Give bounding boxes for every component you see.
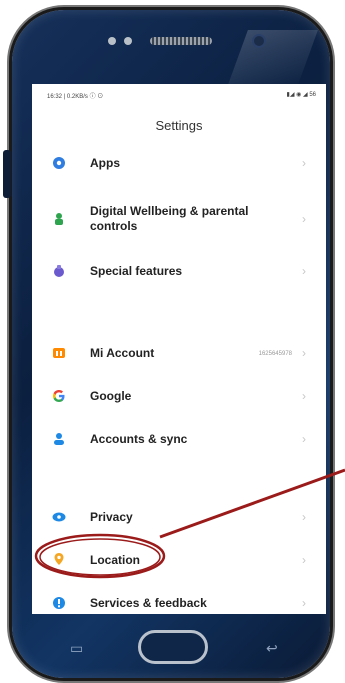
special-features-icon: [54, 265, 64, 277]
chevron-right-icon: ›: [302, 156, 306, 170]
chevron-right-icon: ›: [302, 596, 306, 610]
settings-item-google[interactable]: Google ›: [32, 381, 326, 417]
settings-item-services-feedback[interactable]: Services & feedback ›: [32, 588, 326, 614]
page-title: Settings: [155, 118, 203, 133]
accounts-person-icon: [54, 433, 64, 445]
chevron-right-icon: ›: [302, 264, 306, 278]
settings-item-label: Special features: [90, 264, 183, 278]
front-camera: [254, 36, 264, 46]
back-key-icon[interactable]: ↩: [266, 640, 278, 657]
settings-item-mi-account[interactable]: Mi Account 1625645978 ›: [32, 338, 326, 374]
apps-gear-icon: [53, 157, 65, 169]
stage: 16:32 | 0.2KB/s ⓘ ⊙ ▮◢ ◉ ◢ 56 Settings A…: [0, 0, 345, 683]
settings-item-accounts-sync[interactable]: Accounts & sync ›: [32, 424, 326, 460]
chevron-right-icon: ›: [302, 389, 306, 403]
privacy-eye-icon: [52, 512, 66, 522]
settings-item-label: Mi Account: [90, 346, 155, 360]
services-feedback-icon: [53, 597, 65, 609]
settings-item-label: Privacy: [90, 510, 133, 524]
settings-item-label: Services & feedback: [90, 596, 207, 610]
digital-wellbeing-icon: [55, 213, 63, 225]
settings-item-label: Digital Wellbeing & parental controls: [90, 204, 249, 233]
side-volume-key: [3, 150, 11, 198]
status-icons: ▮◢ ◉ ◢ 56: [286, 92, 316, 98]
recent-apps-key-icon[interactable]: ▭: [70, 640, 83, 657]
settings-item-label: Apps: [90, 156, 120, 170]
status-bar: 16:32 | 0.2KB/s ⓘ ⊙ ▮◢ ◉ ◢ 56: [32, 84, 326, 104]
settings-item-special-features[interactable]: Special features ›: [32, 256, 326, 292]
earpiece-speaker: [150, 37, 212, 45]
sensor-dot-icon: [108, 37, 116, 45]
phone-screen: 16:32 | 0.2KB/s ⓘ ⊙ ▮◢ ◉ ◢ 56 Settings A…: [32, 84, 326, 614]
settings-item-digital-wellbeing[interactable]: Digital Wellbeing & parental controls ›: [32, 200, 326, 244]
google-icon: [53, 390, 65, 402]
home-button[interactable]: [138, 630, 208, 664]
status-time: 16:32 | 0.2KB/s ⓘ ⊙: [47, 94, 104, 100]
chevron-right-icon: ›: [302, 346, 306, 360]
chevron-right-icon: ›: [302, 510, 306, 524]
settings-item-apps[interactable]: Apps ›: [32, 148, 326, 184]
settings-item-label: Google: [90, 389, 132, 403]
chevron-right-icon: ›: [302, 432, 306, 446]
mi-account-id: 1625645978: [258, 351, 292, 357]
settings-item-label: Location: [90, 553, 140, 567]
chevron-right-icon: ›: [302, 212, 306, 226]
location-pin-icon: [54, 553, 64, 565]
settings-item-location[interactable]: Location ›: [32, 545, 326, 581]
settings-item-privacy[interactable]: Privacy ›: [32, 502, 326, 538]
settings-item-label: Accounts & sync: [90, 432, 188, 446]
mi-account-icon: [53, 348, 65, 358]
chevron-right-icon: ›: [302, 553, 306, 567]
sensor-dot-icon: [124, 37, 132, 45]
screen-glare: [226, 30, 318, 90]
